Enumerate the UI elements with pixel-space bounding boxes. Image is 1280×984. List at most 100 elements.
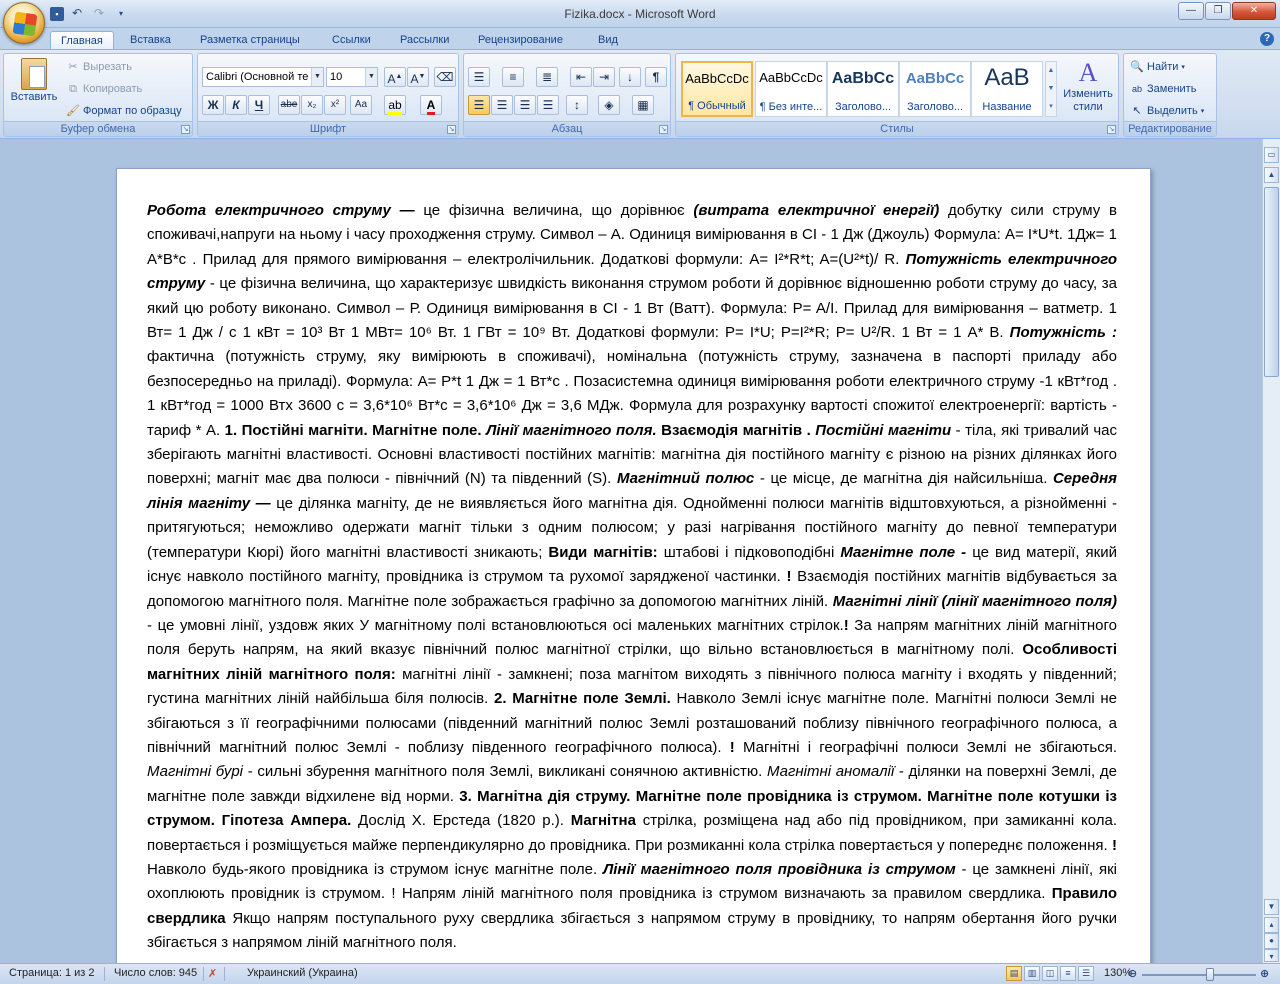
doc-run: Взаємодія магнітів . [656,421,816,439]
ribbon-tabs: Главная Вставка Разметка страницы Ссылки… [0,28,1280,51]
style-title[interactable]: AaB Название [971,61,1043,117]
copy-icon: ⧉ [69,83,77,95]
tab-view[interactable]: Вид [588,31,628,51]
doc-run: Магнітний полюс [616,470,755,488]
superscript-button[interactable]: x² [324,95,346,115]
select-label: Выделить [1147,105,1198,117]
highlight-button[interactable]: ab [384,95,406,115]
format-painter-button[interactable]: 🖌 Формат по образцу [66,104,182,118]
doc-run: Магнітне поле - [840,543,967,561]
align-right-button[interactable]: ☰ [514,95,536,115]
multilevel-list-button[interactable]: ≣ [536,67,558,87]
strikethrough-button[interactable]: abe [278,95,300,115]
italic-button[interactable]: К [225,95,247,115]
scroll-down-icon[interactable]: ▼ [1264,899,1279,915]
select-button[interactable]: ↖ Выделить ▾ [1130,104,1204,118]
help-icon[interactable]: ? [1260,32,1274,46]
font-launcher-icon[interactable]: ↘ [447,125,456,134]
tab-review[interactable]: Рецензирование [468,31,573,51]
font-size-combo[interactable]: 10 ▼ [326,67,378,87]
proofing-icon[interactable]: ✗ [208,967,217,980]
style-normal[interactable]: AaBbCcDc ¶ Обычный [681,61,753,117]
zoom-slider-thumb[interactable] [1206,968,1214,981]
tab-mailings[interactable]: Рассылки [390,31,459,51]
clipboard-group-label: Буфер обмена [4,121,192,136]
font-name-combo[interactable]: Calibri (Основной те ▼ [202,67,324,87]
tab-page-layout[interactable]: Разметка страницы [190,31,310,51]
shrink-font-button[interactable]: A▼ [407,67,429,87]
styles-gallery-scroll[interactable]: ▲ ▼ ▾ [1045,61,1057,117]
clipboard-launcher-icon[interactable]: ↘ [181,125,190,134]
scroll-up-icon[interactable]: ▲ [1264,167,1279,183]
align-center-button[interactable]: ☰ [491,95,513,115]
vertical-scrollbar[interactable]: ▭ ▲ ▼ ▴ ● ▾ [1262,139,1280,963]
numbering-button[interactable]: ≡ [502,67,524,87]
binoculars-icon: 🔍 [1130,61,1144,73]
style-no-spacing[interactable]: AaBbCcDc ¶ Без инте... [755,61,827,117]
tab-insert[interactable]: Вставка [120,31,181,51]
browse-object-icon[interactable]: ● [1264,933,1279,949]
full-screen-reading-icon[interactable]: ▥ [1024,966,1040,981]
font-group-label: Шрифт [198,121,458,136]
document-area: Робота електричного струму — це фізична … [0,139,1262,963]
replace-label: Заменить [1147,83,1197,95]
ribbon: Вставить ✂ Вырезать ⧉ Копировать 🖌 Формат п… [0,49,1280,139]
print-layout-icon[interactable]: ▤ [1006,966,1022,981]
tab-home[interactable]: Главная [50,31,114,51]
office-button[interactable] [3,2,45,44]
zoom-slider[interactable] [1142,974,1256,976]
style-heading-2[interactable]: AaBbCc Заголово... [899,61,971,117]
style-heading-1[interactable]: AaBbCc Заголово... [827,61,899,117]
subscript-button[interactable]: x₂ [301,95,323,115]
borders-button[interactable]: ▦ [632,95,654,115]
styles-group: AaBbCcDc ¶ Обычный AaBbCcDc ¶ Без инте..… [675,53,1119,137]
chevron-down-icon: ▼ [365,68,377,86]
decrease-indent-button[interactable]: ⇤ [570,67,592,87]
word-count[interactable]: Число слов: 945 [114,967,197,979]
web-layout-icon[interactable]: ◫ [1042,966,1058,981]
status-separator [104,967,105,981]
change-case-button[interactable]: Aa [350,95,372,115]
draft-view-icon[interactable]: ☰ [1078,966,1094,981]
change-styles-button[interactable]: A Изменить стили [1060,58,1116,114]
outline-view-icon[interactable]: ≡ [1060,966,1076,981]
next-page-icon[interactable]: ▾ [1264,949,1279,962]
cut-button[interactable]: ✂ Вырезать [66,60,132,74]
align-left-button[interactable]: ☰ [468,95,490,115]
underline-button[interactable]: Ч [248,95,270,115]
font-color-button[interactable]: A [420,95,442,115]
zoom-in-icon[interactable]: ⊕ [1260,967,1269,980]
bold-button[interactable]: Ж [202,95,224,115]
language-indicator[interactable]: Украинский (Украина) [247,967,358,979]
increase-indent-button[interactable]: ⇥ [593,67,615,87]
bullets-button[interactable]: ☰ [468,67,490,87]
styles-launcher-icon[interactable]: ↘ [1107,125,1116,134]
scroll-thumb[interactable] [1264,187,1279,377]
clear-formatting-button[interactable]: ⌫ [434,67,456,87]
restore-button[interactable]: ❐ [1205,2,1231,20]
document-page[interactable]: Робота електричного струму — це фізична … [116,168,1151,963]
close-button[interactable]: ✕ [1232,2,1276,20]
replace-button[interactable]: ab Заменить [1130,82,1196,96]
copy-button[interactable]: ⧉ Копировать [66,82,142,96]
document-body[interactable]: Робота електричного струму — це фізична … [147,199,1117,956]
paragraph-launcher-icon[interactable]: ↘ [659,125,668,134]
minimize-button[interactable]: — [1178,2,1204,20]
line-spacing-button[interactable]: ↕ [566,95,588,115]
shading-button[interactable]: ◈ [598,95,620,115]
zoom-out-icon[interactable]: ⊖ [1128,967,1137,980]
find-button[interactable]: 🔍 Найти ▾ [1130,60,1185,74]
doc-run: 2. Магнітне поле Землі. [493,690,671,708]
show-marks-button[interactable]: ¶ [645,67,667,87]
grow-font-button[interactable]: A▲ [384,67,406,87]
page-indicator[interactable]: Страница: 1 из 2 [9,967,95,979]
tab-references[interactable]: Ссылки [322,31,381,51]
doc-run: ! [1112,836,1117,854]
justify-button[interactable]: ☰ [537,95,559,115]
paste-button[interactable]: Вставить [10,58,58,103]
previous-page-icon[interactable]: ▴ [1264,917,1279,933]
sort-button[interactable]: ↓ [619,67,641,87]
copy-label: Копировать [83,83,143,95]
doc-run: - це місце, де магнітна дія найсильніша. [754,470,1053,488]
ruler-toggle-icon[interactable]: ▭ [1264,147,1279,163]
